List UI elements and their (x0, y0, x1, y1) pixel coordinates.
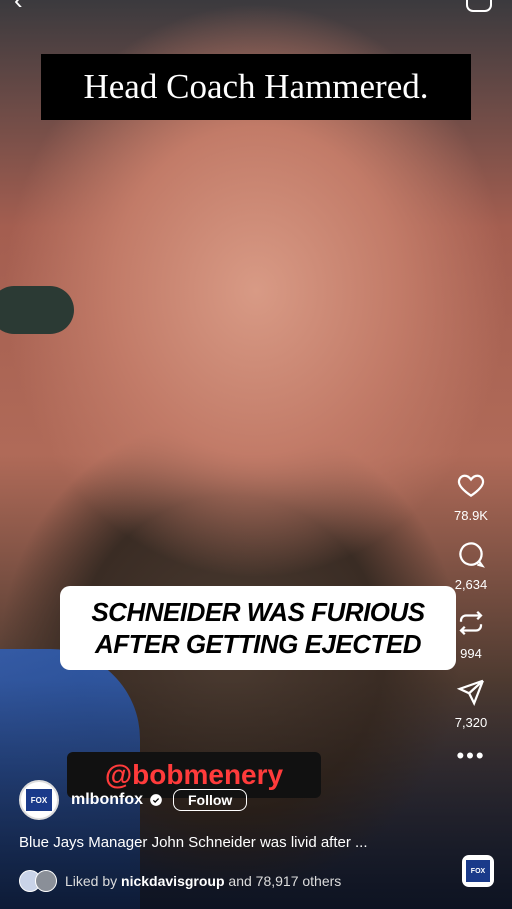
share-count: 7,320 (454, 715, 488, 730)
liked-by-text: Liked by nickdavisgroup and 78,917 other… (65, 873, 341, 889)
caption-line-1: SCHNEIDER WAS FURIOUS (91, 597, 425, 627)
share-button[interactable]: 7,320 (454, 677, 488, 730)
account-row: FOX mlbonfox Follow (19, 780, 248, 820)
fox-logo-icon: FOX (26, 789, 52, 811)
comment-button[interactable]: 2,634 (454, 539, 488, 592)
send-icon (456, 679, 484, 707)
username[interactable]: mlbonfox (71, 791, 143, 809)
action-rail: 78.9K 2,634 994 7,320 ••• (444, 470, 498, 767)
video-caption-overlay: SCHNEIDER WAS FURIOUS AFTER GETTING EJEC… (60, 586, 456, 670)
liked-by-user[interactable]: nickdavisgroup (121, 873, 224, 889)
verified-badge-icon (150, 794, 162, 806)
repost-count: 994 (460, 646, 482, 661)
heart-icon (457, 474, 485, 497)
liked-by-row[interactable]: Liked by nickdavisgroup and 78,917 other… (19, 870, 341, 892)
avatar[interactable]: FOX (19, 780, 59, 820)
microphone-shape (0, 286, 74, 334)
fox-logo-icon: FOX (466, 860, 490, 882)
comment-count: 2,634 (454, 577, 488, 592)
like-button[interactable]: 78.9K (454, 470, 488, 523)
like-count: 78.9K (454, 508, 488, 523)
audio-thumbnail[interactable]: FOX (462, 855, 494, 887)
video-title-text: Head Coach Hammered. (83, 67, 429, 106)
more-dots-icon[interactable]: ••• (456, 745, 485, 767)
repost-icon (459, 610, 483, 636)
repost-button[interactable]: 994 (456, 608, 486, 661)
liked-by-prefix: Liked by (65, 873, 122, 889)
post-description[interactable]: Blue Jays Manager John Schneider was liv… (19, 834, 368, 851)
liked-by-suffix: and 78,917 others (224, 873, 342, 889)
camera-icon[interactable] (466, 0, 492, 12)
comment-icon (459, 542, 485, 568)
chevron-left-icon[interactable]: ‹ (14, 0, 38, 13)
video-title-overlay: Head Coach Hammered. (41, 54, 471, 120)
liker-avatar (35, 870, 57, 892)
follow-button[interactable]: Follow (173, 789, 248, 811)
caption-line-2: AFTER GETTING EJECTED (94, 629, 422, 659)
